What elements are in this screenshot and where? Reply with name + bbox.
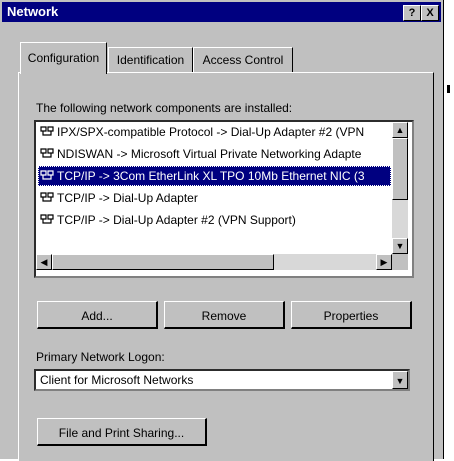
scroll-down-arrow-icon[interactable]: ▼ — [392, 238, 408, 254]
network-protocol-icon — [40, 148, 54, 158]
window-title: Network — [7, 4, 59, 19]
list-item-text: TCP/IP -> 3Com EtherLink XL TPO 10Mb Eth… — [57, 169, 365, 183]
list-item-text: TCP/IP -> Dial-Up Adapter #2 (VPN Suppor… — [57, 213, 296, 227]
file-print-sharing-button[interactable]: File and Print Sharing... — [37, 418, 207, 446]
primary-logon-select[interactable]: Client for Microsoft Networks ▼ — [34, 369, 410, 391]
title-bar[interactable]: Network ? X — [2, 2, 441, 22]
scrollbar-corner — [392, 254, 408, 270]
network-protocol-icon — [40, 126, 54, 136]
scroll-left-arrow-icon[interactable]: ◀ — [36, 254, 52, 270]
list-item-selected[interactable]: TCP/IP -> 3Com EtherLink XL TPO 10Mb Eth… — [38, 166, 391, 186]
horizontal-scroll-thumb[interactable] — [52, 254, 274, 270]
tab-identification[interactable]: Identification — [108, 47, 193, 73]
horizontal-scrollbar[interactable]: ◀ ▶ — [36, 254, 392, 270]
vertical-scroll-thumb[interactable] — [392, 138, 408, 200]
list-item[interactable]: TCP/IP -> Dial-Up Adapter #2 (VPN Suppor… — [38, 210, 391, 230]
list-item[interactable]: NDISWAN -> Microsoft Virtual Private Net… — [38, 144, 391, 164]
add-button[interactable]: Add... — [37, 301, 158, 329]
chevron-down-icon[interactable]: ▼ — [392, 371, 408, 389]
remove-button[interactable]: Remove — [164, 301, 285, 329]
tab-configuration[interactable]: Configuration — [20, 42, 107, 74]
close-button[interactable]: X — [421, 5, 439, 21]
network-protocol-icon — [40, 214, 54, 224]
list-item-text: TCP/IP -> Dial-Up Adapter — [57, 191, 198, 205]
scroll-up-arrow-icon[interactable]: ▲ — [392, 122, 408, 138]
network-dialog: Network ? X Configuration Identification… — [0, 0, 444, 461]
components-label: The following network components are ins… — [36, 101, 293, 115]
list-item[interactable]: TCP/IP -> Dial-Up Adapter — [38, 188, 391, 208]
vertical-scrollbar[interactable]: ▲ ▼ — [392, 122, 408, 254]
properties-button[interactable]: Properties — [291, 301, 412, 329]
help-button[interactable]: ? — [403, 5, 421, 21]
network-protocol-icon — [40, 170, 54, 180]
list-item-text: NDISWAN -> Microsoft Virtual Private Net… — [57, 147, 362, 161]
list-item-text: IPX/SPX-compatible Protocol -> Dial-Up A… — [57, 125, 365, 139]
scroll-right-arrow-icon[interactable]: ▶ — [376, 254, 392, 270]
primary-logon-label: Primary Network Logon: — [36, 350, 165, 364]
network-protocol-icon — [40, 192, 54, 202]
components-listbox[interactable]: IPX/SPX-compatible Protocol -> Dial-Up A… — [34, 120, 414, 278]
primary-logon-value: Client for Microsoft Networks — [40, 373, 194, 387]
list-item[interactable]: IPX/SPX-compatible Protocol -> Dial-Up A… — [38, 122, 391, 142]
scan-artifact — [447, 85, 450, 93]
tab-access-control[interactable]: Access Control — [193, 47, 293, 73]
